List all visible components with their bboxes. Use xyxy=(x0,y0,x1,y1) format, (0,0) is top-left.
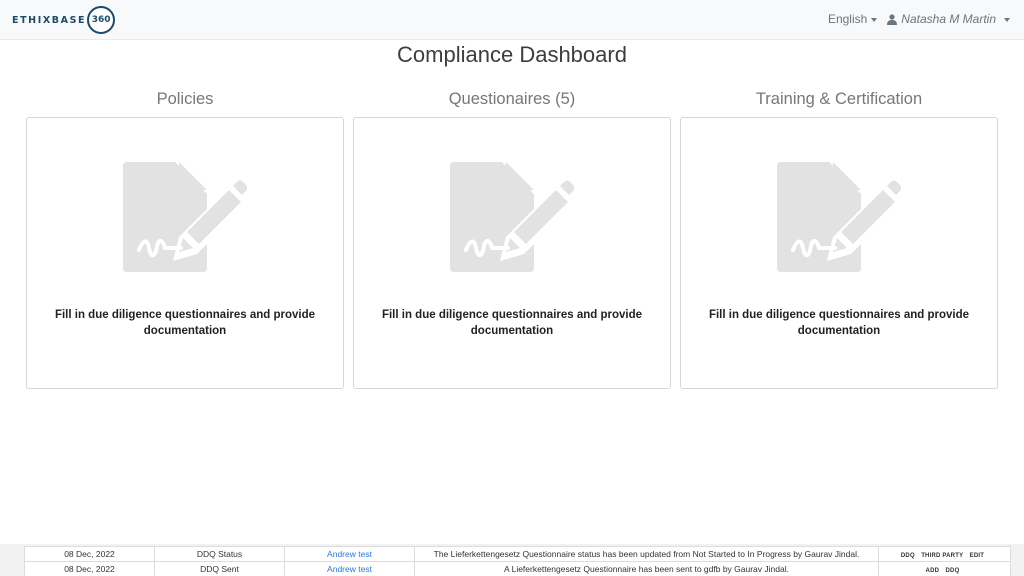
questionnaires-card-text: Fill in due diligence questionnaires and… xyxy=(381,309,643,337)
tag-badge: DDQ xyxy=(900,553,915,559)
policies-title: Policies xyxy=(156,90,214,108)
activity-type: DDQ Sent xyxy=(154,561,285,576)
training-certification-card[interactable]: Fill in due diligence questionnaires and… xyxy=(680,117,998,389)
chevron-down-icon xyxy=(871,17,878,22)
table-row: 08 Dec, 2022 DDQ Sent Andrew test A Lief… xyxy=(24,561,1011,576)
tag-badge: DDQ xyxy=(945,568,960,574)
user-icon xyxy=(887,13,898,25)
activity-date: 08 Dec, 2022 xyxy=(24,546,155,562)
logo-number: 360 xyxy=(91,15,111,25)
ethixbase-logo[interactable]: ETHIXBASE 360 xyxy=(12,5,116,35)
questionnaires-card[interactable]: Fill in due diligence questionnaires and… xyxy=(353,117,671,389)
chevron-down-icon xyxy=(1004,17,1010,22)
activity-tags: DDQ THIRD PARTY EDIT xyxy=(878,546,1011,562)
navbar-right: English Natasha M Martin xyxy=(828,12,1010,26)
user-menu-dropdown[interactable]: Natasha M Martin xyxy=(887,12,1010,26)
tag-badge: THIRD PARTY xyxy=(921,553,964,559)
tag-badge: EDIT xyxy=(969,553,985,559)
document-signature-edit-icon xyxy=(123,162,247,272)
user-name: Natasha M Martin xyxy=(901,12,996,26)
document-signature-edit-icon xyxy=(450,162,574,272)
activity-date: 08 Dec, 2022 xyxy=(24,561,155,576)
questionnaires-title: Questionaires (5) xyxy=(448,90,576,108)
activity-log-table: 08 Dec, 2022 DDQ Status Andrew test The … xyxy=(24,546,1011,576)
logo-ring: 360 xyxy=(87,6,116,34)
document-signature-edit-icon xyxy=(777,162,901,272)
activity-tags: ADD DDQ xyxy=(878,561,1011,576)
activity-type: DDQ Status xyxy=(154,546,285,562)
logo-text: ETHIXBASE xyxy=(12,14,87,26)
training-certification-title: Training & Certification xyxy=(755,90,923,108)
activity-log-section: 08 Dec, 2022 DDQ Status Andrew test The … xyxy=(0,544,1024,576)
activity-user-link[interactable]: Andrew test xyxy=(284,561,415,576)
activity-message: A Lieferkettengesetz Questionnaire has b… xyxy=(414,561,879,576)
policies-card-text: Fill in due diligence questionnaires and… xyxy=(54,309,316,337)
training-certification-card-text: Fill in due diligence questionnaires and… xyxy=(708,309,970,337)
tag-badge: ADD xyxy=(925,568,940,574)
top-navbar: ETHIXBASE 360 English Natasha M Martin xyxy=(0,0,1024,40)
policies-card[interactable]: Fill in due diligence questionnaires and… xyxy=(26,117,344,389)
language-dropdown[interactable]: English xyxy=(827,12,878,26)
language-label: English xyxy=(827,12,868,26)
page-title: Compliance Dashboard xyxy=(397,42,627,67)
activity-user-link[interactable]: Andrew test xyxy=(284,546,415,562)
table-row: 08 Dec, 2022 DDQ Status Andrew test The … xyxy=(24,546,1011,562)
activity-message: The Lieferkettengesetz Questionnaire sta… xyxy=(414,546,879,562)
